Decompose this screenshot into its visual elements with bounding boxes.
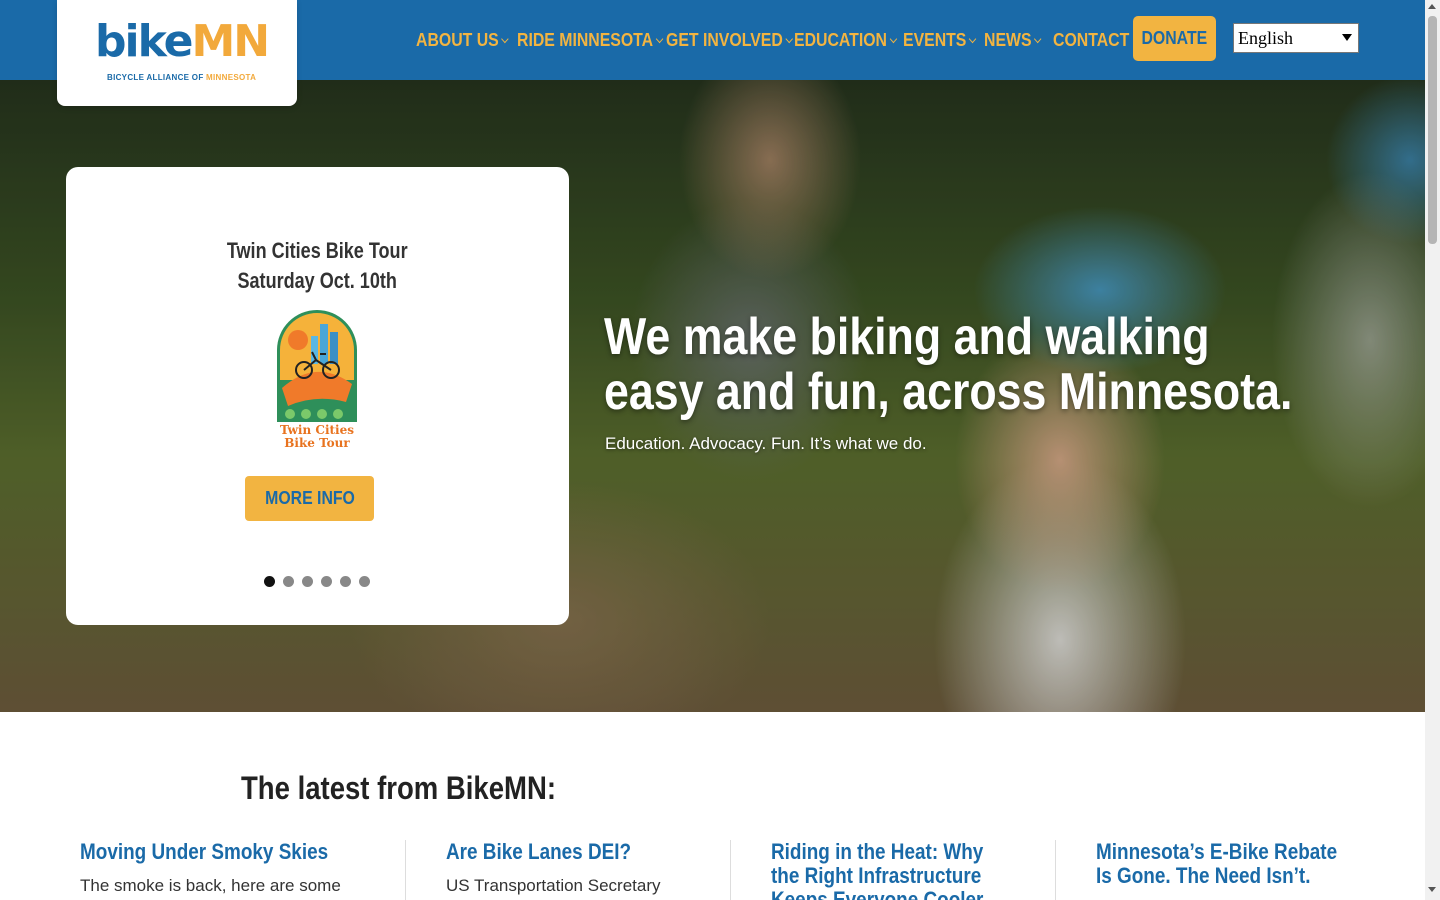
- nav-label: GET INVOLVED: [666, 29, 783, 50]
- slider-dot-1[interactable]: [264, 576, 275, 587]
- chevron-down-icon: [889, 34, 897, 44]
- twin-cities-bike-tour-logo: Twin Cities Bike Tour: [277, 310, 357, 450]
- post-excerpt: The smoke is back, here are some: [80, 876, 341, 895]
- nav-label: CONTACT: [1053, 29, 1130, 50]
- slider-dot-5[interactable]: [340, 576, 351, 587]
- page-scrollbar[interactable]: [1425, 0, 1440, 900]
- nav-item-about-us[interactable]: ABOUT US: [416, 29, 509, 51]
- news-post: Are Bike Lanes DEI? US Transportation Se…: [446, 840, 736, 896]
- logo-tagline: BICYCLE ALLIANCE OF MINNESOTA: [107, 73, 257, 82]
- news-post: Moving Under Smoky Skies The smoke is ba…: [80, 840, 370, 896]
- event-title: Twin Cities Bike Tour: [227, 238, 408, 263]
- post-title-link[interactable]: Moving Under Smoky Skies: [80, 840, 370, 864]
- svg-text:Bike Tour: Bike Tour: [284, 436, 350, 450]
- slider-dot-2[interactable]: [283, 576, 294, 587]
- hero-subheadline: Education. Advocacy. Fun. It’s what we d…: [605, 434, 927, 453]
- chevron-down-icon: [785, 34, 793, 44]
- svg-text:Twin Cities: Twin Cities: [280, 423, 354, 437]
- nav-item-education[interactable]: EDUCATION: [794, 29, 897, 51]
- nav-label: EDUCATION: [794, 29, 887, 50]
- nav-item-news[interactable]: NEWS: [984, 29, 1042, 51]
- nav-item-ride-minnesota[interactable]: RIDE MINNESOTA: [517, 29, 664, 51]
- news-post: Minnesota’s E-Bike Rebate Is Gone. The N…: [1096, 840, 1366, 888]
- nav-item-events[interactable]: EVENTS: [903, 29, 977, 51]
- donate-button[interactable]: DONATE: [1133, 16, 1216, 61]
- chevron-down-icon: [1033, 34, 1042, 44]
- hero-headline: We make biking and walking easy and fun,…: [604, 308, 1293, 421]
- post-title-link[interactable]: Riding in the Heat: Why the Right Infras…: [771, 840, 1031, 900]
- event-date: Saturday Oct. 10th: [237, 268, 398, 293]
- event-slider-card: Twin Cities Bike Tour Saturday Oct. 10th…: [66, 167, 569, 625]
- main-nav: ABOUT US RIDE MINNESOTA GET INVOLVED EDU…: [416, 0, 1137, 80]
- nav-item-contact[interactable]: CONTACT: [1053, 30, 1129, 51]
- hero-section: Twin Cities Bike Tour Saturday Oct. 10th…: [0, 80, 1425, 712]
- nav-label: ABOUT US: [416, 29, 499, 50]
- chevron-down-icon: [501, 34, 509, 44]
- scrollbar-thumb[interactable]: [1428, 16, 1437, 244]
- slider-dot-6[interactable]: [359, 576, 370, 587]
- more-info-button[interactable]: MORE INFO: [245, 476, 374, 521]
- post-title-link[interactable]: Are Bike Lanes DEI?: [446, 840, 736, 864]
- slider-dot-4[interactable]: [321, 576, 332, 587]
- chevron-down-icon: [655, 34, 664, 44]
- post-title-link[interactable]: Minnesota’s E-Bike Rebate Is Gone. The N…: [1096, 840, 1366, 888]
- news-post: Riding in the Heat: Why the Right Infras…: [771, 840, 1031, 900]
- logo-wordmark: bikeMN: [95, 16, 270, 67]
- chevron-down-icon: [968, 34, 977, 44]
- nav-label: RIDE MINNESOTA: [517, 29, 654, 50]
- nav-item-get-involved[interactable]: GET INVOLVED: [666, 29, 793, 51]
- slider-dots: [264, 576, 370, 587]
- language-selected-value: English: [1238, 27, 1294, 48]
- post-divider: [730, 840, 731, 900]
- nav-label: NEWS: [984, 29, 1032, 50]
- language-select[interactable]: English: [1233, 23, 1359, 53]
- slider-dot-3[interactable]: [302, 576, 313, 587]
- scroll-down-arrow-icon[interactable]: [1428, 887, 1436, 892]
- post-divider: [1055, 840, 1056, 900]
- dropdown-arrow-icon: [1342, 34, 1352, 41]
- site-logo[interactable]: bikeMN BICYCLE ALLIANCE OF MINNESOTA: [57, 0, 297, 106]
- latest-section-heading: The latest from BikeMN:: [241, 770, 557, 806]
- post-divider: [405, 840, 406, 900]
- scroll-up-arrow-icon[interactable]: [1428, 4, 1436, 9]
- nav-label: EVENTS: [903, 29, 967, 50]
- post-excerpt: US Transportation Secretary: [446, 876, 661, 895]
